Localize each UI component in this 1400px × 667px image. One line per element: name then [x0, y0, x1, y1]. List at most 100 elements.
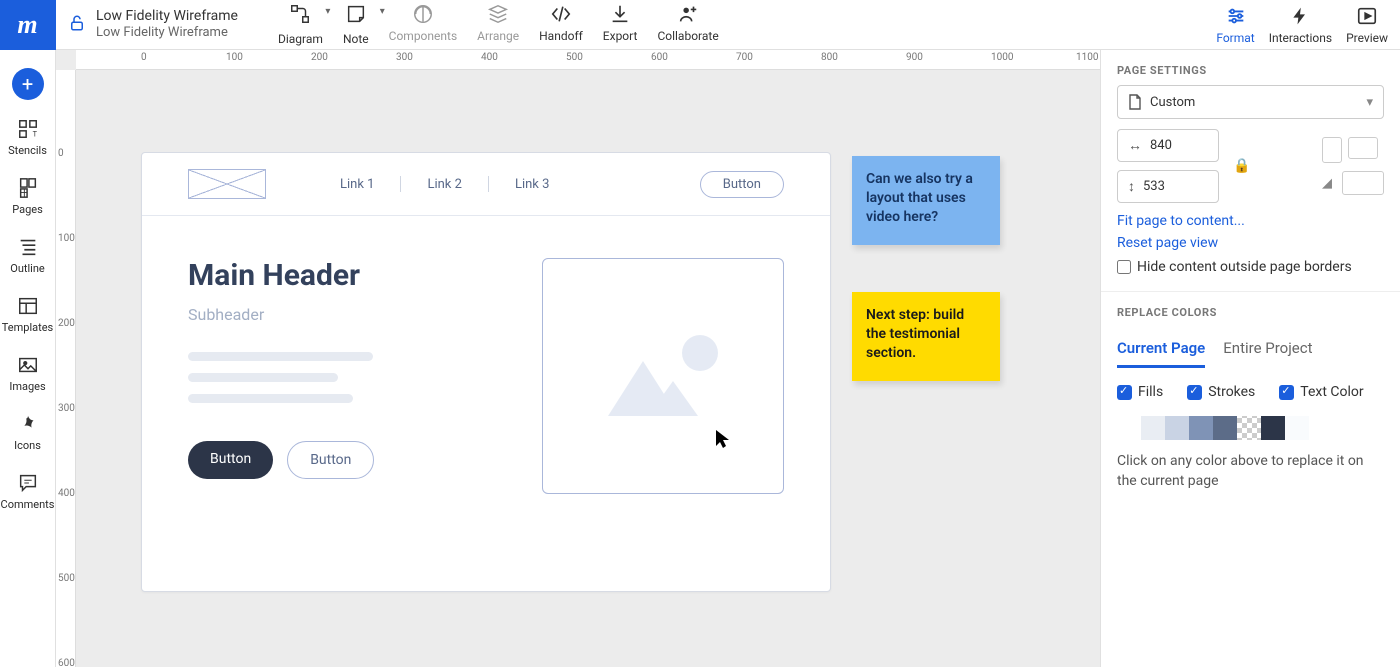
toolbar-diagram[interactable]: Diagram — [278, 3, 323, 46]
sidebar-icons[interactable]: Icons — [0, 403, 55, 462]
wf-text-line[interactable] — [188, 352, 373, 361]
comments-icon — [17, 472, 39, 494]
document-title-block[interactable]: Low Fidelity Wireframe Low Fidelity Wire… — [96, 8, 238, 40]
page-width-input[interactable]: ↔840 — [1117, 129, 1219, 162]
color-swatch[interactable] — [1117, 416, 1141, 440]
wf-nav-button[interactable]: Button — [700, 171, 784, 198]
pages-icon — [17, 177, 39, 199]
orientation-toggle[interactable] — [1322, 137, 1384, 163]
ruler-vertical[interactable]: 0100200300400500600 — [56, 70, 76, 667]
toolbar-preview[interactable]: Preview — [1346, 5, 1388, 45]
fills-checkbox[interactable]: Fills — [1117, 384, 1163, 400]
sticky-note-blue[interactable]: Can we also try a layout that uses video… — [852, 156, 1000, 245]
color-swatch[interactable] — [1141, 416, 1165, 440]
textcolor-checkbox[interactable]: Text Color — [1279, 384, 1363, 400]
doc-title: Low Fidelity Wireframe — [96, 8, 238, 25]
tab-entire-project[interactable]: Entire Project — [1223, 331, 1312, 368]
wf-secondary-button[interactable]: Button — [287, 441, 374, 479]
color-swatch[interactable] — [1285, 416, 1309, 440]
toolbar-handoff[interactable]: Handoff — [539, 3, 583, 46]
height-icon: ↕ — [1128, 178, 1135, 195]
sidebar-pages-label: Pages — [12, 203, 43, 216]
toolbar-components[interactable]: Components — [389, 3, 458, 46]
landscape-icon — [1348, 137, 1378, 159]
fill-bucket-icon[interactable]: ◢ — [1322, 176, 1332, 191]
sidebar-templates[interactable]: Templates — [0, 285, 55, 344]
page-height-input[interactable]: ↕533 — [1117, 170, 1219, 203]
replace-color-hint: Click on any color above to replace it o… — [1101, 452, 1400, 507]
color-swatch[interactable] — [1189, 416, 1213, 440]
toolbar-interactions[interactable]: Interactions — [1269, 5, 1332, 45]
outline-icon — [17, 236, 39, 258]
toolbar-format[interactable]: Format — [1216, 5, 1254, 45]
top-toolbar: Low Fidelity Wireframe Low Fidelity Wire… — [56, 0, 1400, 50]
strokes-checkbox[interactable]: Strokes — [1187, 384, 1255, 400]
page-preset-select[interactable]: Custom — [1117, 85, 1384, 119]
sidebar-images[interactable]: Images — [0, 344, 55, 403]
ruler-horizontal[interactable]: 010020030040050060070080090010001100 — [76, 50, 1100, 70]
reset-page-link[interactable]: Reset page view — [1117, 235, 1384, 251]
toolbar-export[interactable]: Export — [603, 3, 638, 46]
cursor-icon — [714, 428, 732, 455]
color-swatch[interactable] — [1261, 416, 1285, 440]
wf-nav-link-1[interactable]: Link 1 — [340, 177, 374, 192]
sidebar-comments[interactable]: Comments — [0, 462, 55, 521]
format-icon — [1225, 5, 1247, 27]
sticky-note-yellow[interactable]: Next step: build the testimonial section… — [852, 292, 1000, 381]
color-swatch[interactable] — [1165, 416, 1189, 440]
wf-nav-link-3[interactable]: Link 3 — [515, 177, 549, 192]
handoff-icon — [550, 3, 572, 25]
wf-image-placeholder[interactable] — [542, 258, 784, 494]
image-placeholder-icon — [588, 321, 738, 431]
sidebar-comments-label: Comments — [1, 498, 55, 511]
fit-page-link[interactable]: Fit page to content... — [1117, 213, 1384, 229]
page-icon — [1128, 94, 1142, 110]
app-logo[interactable]: m — [0, 0, 56, 50]
icons-icon — [17, 413, 39, 435]
components-icon — [412, 3, 434, 25]
toolbar-arrange[interactable]: Arrange — [477, 3, 519, 46]
color-swatches — [1101, 410, 1400, 452]
templates-icon — [17, 295, 39, 317]
sidebar-icons-label: Icons — [14, 439, 41, 452]
diagram-icon — [288, 3, 312, 25]
tab-current-page[interactable]: Current Page — [1117, 331, 1205, 368]
hide-outside-checkbox[interactable]: Hide content outside page borders — [1117, 259, 1384, 275]
transparent-swatch[interactable] — [1237, 416, 1261, 440]
lock-icon[interactable] — [68, 14, 86, 36]
canvas-area[interactable]: 010020030040050060070080090010001100 010… — [56, 50, 1100, 667]
wireframe-artboard[interactable]: Link 1 Link 2 Link 3 Button Main Header — [141, 152, 831, 592]
sidebar-stencils-label: Stencils — [8, 144, 47, 157]
right-panel: PAGE SETTINGS Custom ↔840 ↕533 🔒 — [1100, 50, 1400, 667]
sidebar-outline-label: Outline — [10, 262, 45, 275]
images-icon — [17, 354, 39, 376]
width-icon: ↔ — [1128, 137, 1142, 154]
wf-main-header[interactable]: Main Header — [188, 258, 510, 293]
sidebar-images-label: Images — [9, 380, 45, 393]
wf-nav-link-2[interactable]: Link 2 — [427, 177, 461, 192]
arrange-icon — [487, 3, 509, 25]
left-sidebar: m + T Stencils Pages Outline Templates I… — [0, 0, 56, 667]
toolbar-collaborate[interactable]: Collaborate — [657, 3, 718, 46]
wf-logo-placeholder[interactable] — [188, 169, 266, 199]
wf-text-line[interactable] — [188, 373, 338, 382]
svg-text:T: T — [32, 129, 37, 138]
collaborate-icon — [677, 3, 699, 25]
wf-subheader[interactable]: Subheader — [188, 305, 510, 324]
page-settings-header: PAGE SETTINGS — [1101, 50, 1400, 85]
note-icon — [345, 3, 367, 25]
page-color-picker[interactable] — [1342, 171, 1384, 195]
wf-text-line[interactable] — [188, 394, 353, 403]
interactions-icon — [1290, 5, 1310, 27]
color-swatch[interactable] — [1213, 416, 1237, 440]
aspect-lock-icon[interactable]: 🔒 — [1233, 158, 1250, 174]
add-button[interactable]: + — [12, 68, 44, 100]
preview-icon — [1356, 5, 1378, 27]
wf-primary-button[interactable]: Button — [188, 441, 273, 479]
sidebar-outline[interactable]: Outline — [0, 226, 55, 285]
sidebar-stencils[interactable]: T Stencils — [0, 108, 55, 167]
portrait-icon — [1322, 137, 1342, 163]
toolbar-note[interactable]: Note — [343, 3, 369, 46]
replace-colors-header: REPLACE COLORS — [1101, 292, 1400, 327]
sidebar-pages[interactable]: Pages — [0, 167, 55, 226]
